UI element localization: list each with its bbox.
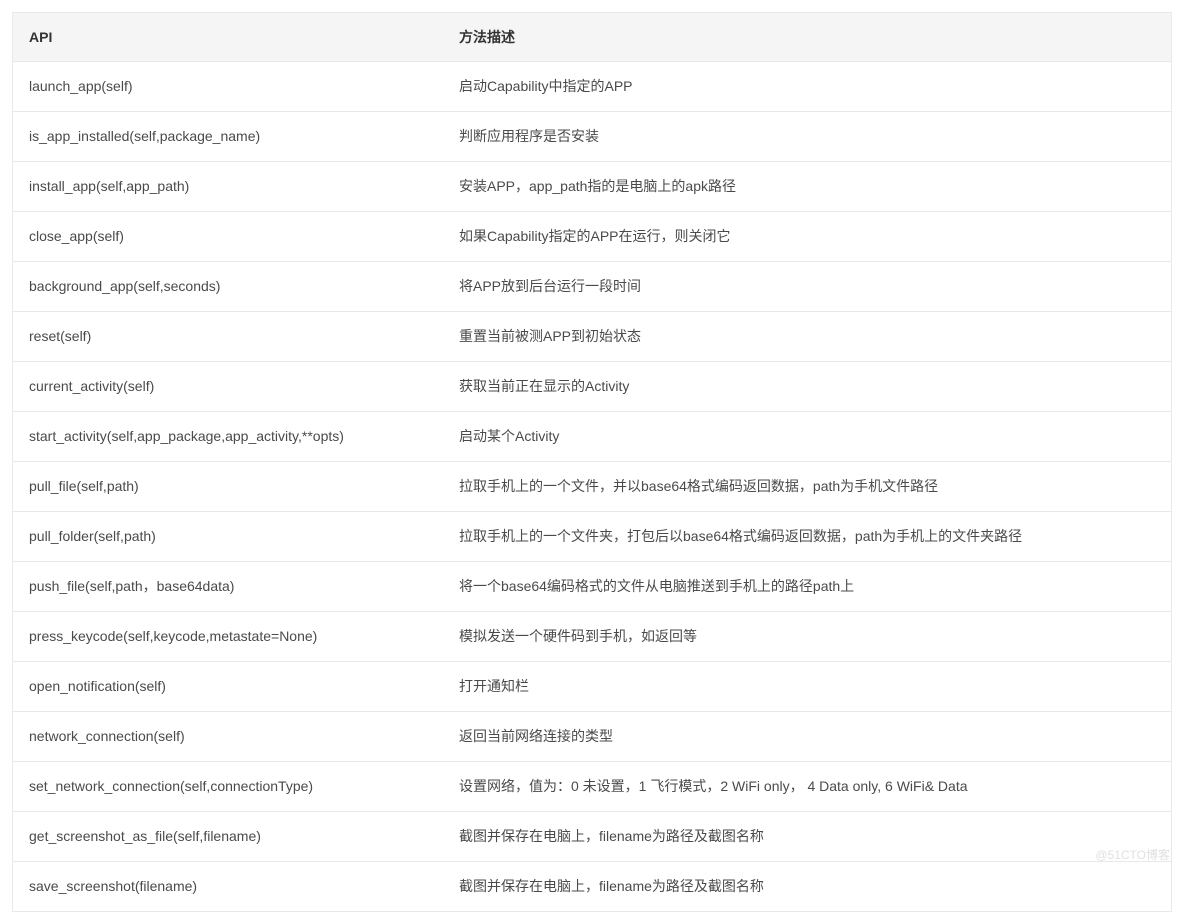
table-row: network_connection(self)返回当前网络连接的类型 — [13, 712, 1171, 762]
cell-api: save_screenshot(filename) — [13, 862, 443, 912]
table-row: launch_app(self)启动Capability中指定的APP — [13, 62, 1171, 112]
cell-api: set_network_connection(self,connectionTy… — [13, 762, 443, 812]
cell-desc: 设置网络，值为：0 未设置，1 飞行模式，2 WiFi only， 4 Data… — [443, 762, 1171, 812]
cell-api: network_connection(self) — [13, 712, 443, 762]
cell-desc: 将APP放到后台运行一段时间 — [443, 262, 1171, 312]
cell-desc: 启动某个Activity — [443, 412, 1171, 462]
table-row: reset(self)重置当前被测APP到初始状态 — [13, 312, 1171, 362]
header-desc: 方法描述 — [443, 13, 1171, 62]
cell-desc: 模拟发送一个硬件码到手机，如返回等 — [443, 612, 1171, 662]
table-row: close_app(self)如果Capability指定的APP在运行，则关闭… — [13, 212, 1171, 262]
api-table: API 方法描述 launch_app(self)启动Capability中指定… — [13, 13, 1171, 911]
cell-desc: 如果Capability指定的APP在运行，则关闭它 — [443, 212, 1171, 262]
table-row: get_screenshot_as_file(self,filename)截图并… — [13, 812, 1171, 862]
table-row: push_file(self,path，base64data)将一个base64… — [13, 562, 1171, 612]
cell-desc: 重置当前被测APP到初始状态 — [443, 312, 1171, 362]
table-row: save_screenshot(filename)截图并保存在电脑上，filen… — [13, 862, 1171, 912]
cell-api: pull_file(self,path) — [13, 462, 443, 512]
cell-api: press_keycode(self,keycode,metastate=Non… — [13, 612, 443, 662]
table-row: start_activity(self,app_package,app_acti… — [13, 412, 1171, 462]
table-body: launch_app(self)启动Capability中指定的APPis_ap… — [13, 62, 1171, 912]
table-row: pull_folder(self,path)拉取手机上的一个文件夹，打包后以ba… — [13, 512, 1171, 562]
table-row: install_app(self,app_path)安装APP，app_path… — [13, 162, 1171, 212]
cell-api: push_file(self,path，base64data) — [13, 562, 443, 612]
cell-desc: 返回当前网络连接的类型 — [443, 712, 1171, 762]
cell-api: open_notification(self) — [13, 662, 443, 712]
table-header-row: API 方法描述 — [13, 13, 1171, 62]
cell-api: is_app_installed(self,package_name) — [13, 112, 443, 162]
header-api: API — [13, 13, 443, 62]
table-row: current_activity(self)获取当前正在显示的Activity — [13, 362, 1171, 412]
table-row: press_keycode(self,keycode,metastate=Non… — [13, 612, 1171, 662]
cell-api: current_activity(self) — [13, 362, 443, 412]
cell-desc: 拉取手机上的一个文件夹，打包后以base64格式编码返回数据，path为手机上的… — [443, 512, 1171, 562]
cell-api: start_activity(self,app_package,app_acti… — [13, 412, 443, 462]
cell-api: pull_folder(self,path) — [13, 512, 443, 562]
cell-desc: 截图并保存在电脑上，filename为路径及截图名称 — [443, 812, 1171, 862]
cell-desc: 将一个base64编码格式的文件从电脑推送到手机上的路径path上 — [443, 562, 1171, 612]
cell-desc: 拉取手机上的一个文件，并以base64格式编码返回数据，path为手机文件路径 — [443, 462, 1171, 512]
cell-desc: 启动Capability中指定的APP — [443, 62, 1171, 112]
cell-desc: 截图并保存在电脑上，filename为路径及截图名称 — [443, 862, 1171, 912]
cell-desc: 判断应用程序是否安装 — [443, 112, 1171, 162]
table-row: background_app(self,seconds)将APP放到后台运行一段… — [13, 262, 1171, 312]
table-row: set_network_connection(self,connectionTy… — [13, 762, 1171, 812]
api-table-container: API 方法描述 launch_app(self)启动Capability中指定… — [12, 12, 1172, 912]
table-row: pull_file(self,path)拉取手机上的一个文件，并以base64格… — [13, 462, 1171, 512]
table-row: open_notification(self)打开通知栏 — [13, 662, 1171, 712]
cell-api: get_screenshot_as_file(self,filename) — [13, 812, 443, 862]
table-row: is_app_installed(self,package_name)判断应用程… — [13, 112, 1171, 162]
cell-desc: 安装APP，app_path指的是电脑上的apk路径 — [443, 162, 1171, 212]
cell-desc: 打开通知栏 — [443, 662, 1171, 712]
cell-api: background_app(self,seconds) — [13, 262, 443, 312]
cell-api: close_app(self) — [13, 212, 443, 262]
cell-api: reset(self) — [13, 312, 443, 362]
cell-api: install_app(self,app_path) — [13, 162, 443, 212]
cell-desc: 获取当前正在显示的Activity — [443, 362, 1171, 412]
cell-api: launch_app(self) — [13, 62, 443, 112]
